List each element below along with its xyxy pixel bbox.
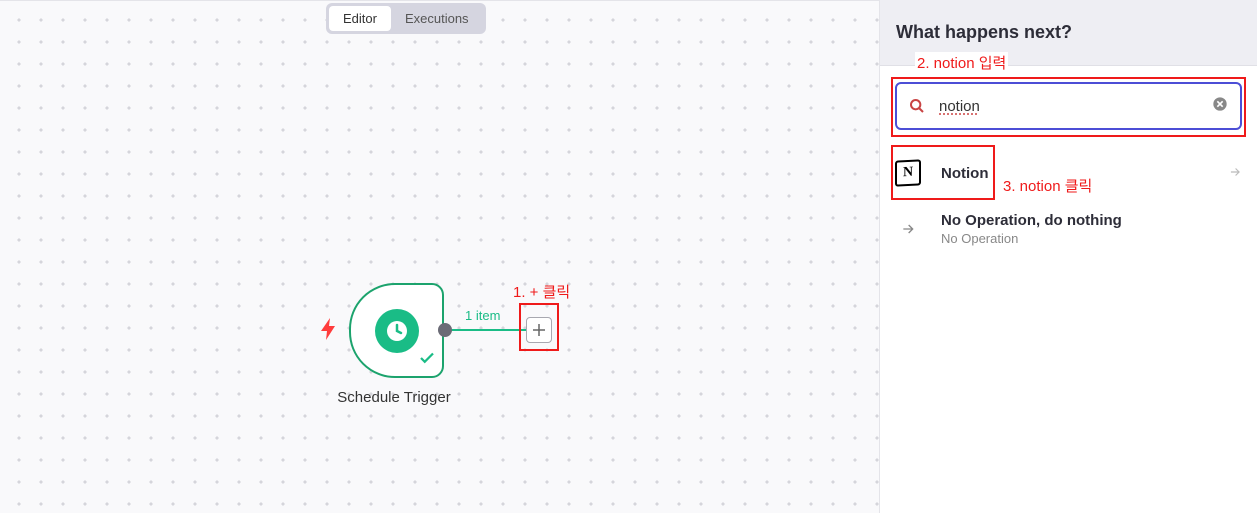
notion-icon: N	[895, 159, 921, 186]
result-notion-label: Notion	[941, 165, 988, 182]
tab-executions[interactable]: Executions	[391, 6, 483, 31]
annotation-step3: 3. notion 클릭	[1003, 175, 1092, 196]
annotation-step1: 1. + 클릭	[513, 281, 570, 302]
result-no-operation[interactable]: No Operation, do nothing No Operation	[895, 208, 1242, 250]
workflow-canvas[interactable]: Editor Executions 1 item Schedule Trigge…	[0, 0, 879, 513]
annotation-step2: 2. notion 입력	[915, 52, 1008, 73]
trigger-bolt-icon	[321, 318, 337, 345]
tab-editor[interactable]: Editor	[329, 6, 391, 31]
annotation-box-1	[519, 303, 559, 351]
item-count-label: 1 item	[465, 308, 500, 323]
clear-search-icon[interactable]	[1212, 96, 1228, 117]
node-output-connector[interactable]	[438, 323, 452, 337]
search-input[interactable]	[939, 98, 1212, 115]
view-tabs: Editor Executions	[326, 3, 486, 34]
result-noop-subtitle: No Operation	[941, 231, 1122, 246]
schedule-trigger-node[interactable]	[349, 283, 444, 378]
node-picker-sidebar: What happens next? 2. notion 입력 N Notion…	[879, 0, 1257, 513]
node-title: Schedule Trigger	[329, 389, 459, 406]
arrow-right-icon	[895, 221, 921, 237]
search-field-wrapper	[895, 82, 1242, 130]
result-noop-title: No Operation, do nothing	[941, 212, 1122, 229]
connection-line	[448, 329, 526, 331]
chevron-right-icon	[1228, 163, 1242, 184]
search-icon	[909, 98, 925, 114]
sidebar-title: What happens next?	[896, 22, 1072, 43]
check-icon	[418, 349, 436, 372]
clock-icon	[375, 309, 419, 353]
